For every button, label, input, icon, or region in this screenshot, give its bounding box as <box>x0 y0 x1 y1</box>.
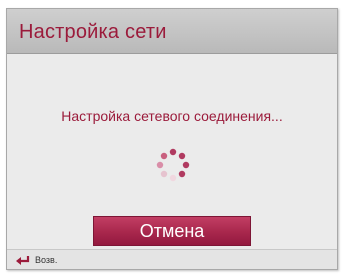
dialog-footer: Возв. <box>7 249 337 269</box>
dialog-title: Настройка сети <box>19 21 167 43</box>
network-setup-dialog: Настройка сети Настройка сетевого соедин… <box>6 8 338 270</box>
dialog-titlebar: Настройка сети <box>7 9 337 54</box>
loading-spinner-icon <box>156 148 190 182</box>
back-label: Возв. <box>35 255 58 265</box>
cancel-button[interactable]: Отмена <box>93 216 251 246</box>
back-button[interactable]: Возв. <box>15 252 57 268</box>
dialog-body: Настройка сетевого соединения... Отмена <box>7 54 337 249</box>
status-message: Настройка сетевого соединения... <box>61 108 283 124</box>
back-arrow-icon <box>16 256 30 265</box>
